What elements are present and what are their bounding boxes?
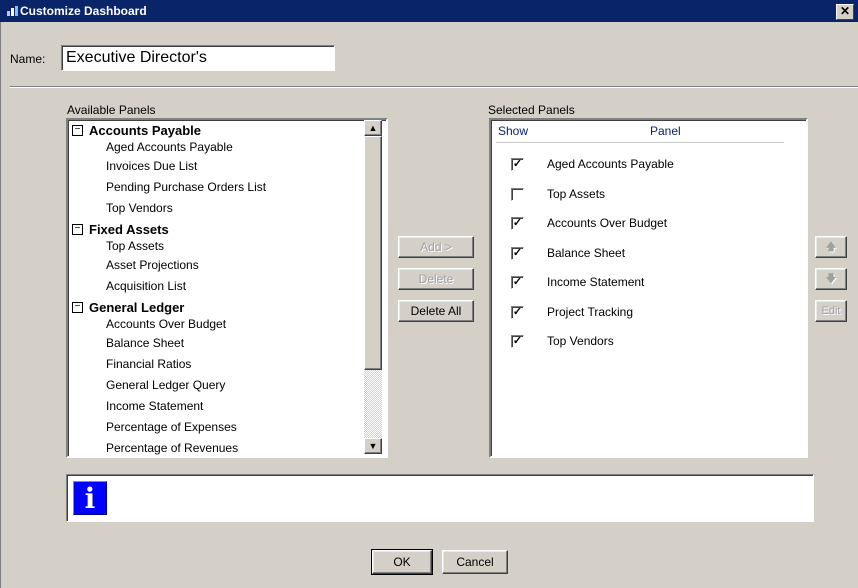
arrow-up-icon: 🡅 (825, 241, 837, 253)
header-divider (496, 142, 784, 143)
show-checkbox[interactable] (511, 187, 524, 201)
divider-highlight (10, 87, 858, 88)
available-panels-label: Available Panels (67, 103, 156, 117)
collapse-icon[interactable]: − (72, 224, 83, 235)
dashboard-icon (7, 6, 18, 16)
tree-item[interactable]: Income Statement (68, 398, 386, 419)
tree-item[interactable]: Aged Accounts Payable (68, 139, 386, 158)
selected-row[interactable]: ✓ Project Tracking (489, 305, 789, 335)
tree-item[interactable]: Financial Ratios (68, 356, 386, 377)
selected-row[interactable]: ✓ Top Vendors (489, 334, 789, 364)
tree-item[interactable]: Invoices Due List (68, 158, 386, 179)
scroll-up-button[interactable]: ▲ (364, 120, 382, 136)
tree-item[interactable]: Percentage of Expenses (68, 419, 386, 440)
move-up-button[interactable]: 🡅 (815, 236, 847, 258)
selected-panels-label: Selected Panels (488, 103, 575, 117)
tree-item[interactable]: Acquisition List (68, 278, 386, 299)
tree-item[interactable]: Accounts Over Budget (68, 316, 386, 335)
tree-item[interactable]: Balance Sheet (68, 335, 386, 356)
scroll-down-button[interactable]: ▼ (364, 438, 382, 454)
tree-item[interactable]: Top Assets (68, 238, 386, 257)
tree-item[interactable]: Asset Projections (68, 257, 386, 278)
delete-all-button[interactable]: Delete All (398, 300, 474, 322)
tree-item[interactable]: Percentage of Revenues (68, 440, 386, 456)
tree-group[interactable]: − General Ledger (68, 299, 386, 316)
name-input[interactable] (61, 45, 335, 71)
tree-group[interactable]: − Fixed Assets (68, 221, 386, 238)
info-panel (66, 474, 814, 522)
selected-row[interactable]: ✓ Aged Accounts Payable (489, 157, 789, 187)
edit-button[interactable]: Edit (815, 300, 847, 322)
collapse-icon[interactable]: − (72, 125, 83, 136)
panel-name: Top Vendors (547, 334, 614, 348)
available-scrollbar[interactable]: ▲ ▼ (364, 120, 382, 454)
cancel-button[interactable]: Cancel (442, 550, 508, 574)
show-checkbox[interactable]: ✓ (511, 217, 524, 230)
tree-group[interactable]: − Accounts Payable (68, 122, 386, 139)
window-title: Customize Dashboard (20, 4, 147, 18)
column-header-panel[interactable]: Panel (650, 124, 681, 138)
tree-item[interactable]: Top Vendors (68, 200, 386, 221)
window-border (0, 22, 1, 588)
delete-button[interactable]: Delete (398, 268, 474, 290)
panel-name: Accounts Over Budget (547, 216, 668, 230)
panel-name: Income Statement (547, 275, 645, 289)
show-checkbox[interactable]: ✓ (511, 158, 524, 171)
show-checkbox[interactable]: ✓ (511, 276, 524, 289)
available-panels-list[interactable]: − Accounts Payable Aged Accounts Payable In… (66, 118, 388, 458)
scroll-thumb[interactable] (364, 136, 382, 370)
show-checkbox[interactable]: ✓ (511, 305, 524, 319)
panel-name: Balance Sheet (547, 245, 626, 260)
collapse-icon[interactable]: − (72, 302, 83, 313)
arrow-down-icon: ▼ (368, 441, 378, 451)
close-button[interactable]: ✕ (836, 4, 854, 20)
tree-group-label: General Ledger (89, 300, 185, 315)
show-checkbox[interactable]: ✓ (511, 246, 524, 260)
info-icon: i (73, 481, 107, 515)
tree-group-label: Accounts Payable (89, 123, 201, 138)
move-down-button[interactable]: 🡇 (815, 268, 847, 290)
selected-row[interactable]: ✓ Balance Sheet (489, 246, 789, 276)
ok-button[interactable]: OK (371, 549, 433, 575)
selected-rows: ✓ Aged Accounts Payable Top Assets ✓ Account… (489, 157, 789, 364)
column-header-show[interactable]: Show (498, 124, 528, 138)
add-button[interactable]: Add > (398, 236, 474, 258)
arrow-down-icon: 🡇 (825, 273, 837, 285)
tree-group-label: Fixed Assets (89, 222, 169, 237)
panel-name: Top Assets (547, 186, 606, 201)
selected-row[interactable]: ✓ Accounts Over Budget (489, 216, 789, 246)
selected-row[interactable]: ✓ Income Statement (489, 275, 789, 305)
show-checkbox[interactable]: ✓ (511, 335, 524, 348)
tree-item[interactable]: General Ledger Query (68, 377, 386, 398)
panel-name: Project Tracking (547, 304, 634, 319)
available-panels-tree: − Accounts Payable Aged Accounts Payable In… (68, 120, 386, 456)
panel-name: Aged Accounts Payable (547, 157, 674, 171)
arrow-up-icon: ▲ (368, 123, 378, 133)
selected-row[interactable]: Top Assets (489, 187, 789, 217)
name-label: Name: (10, 52, 46, 66)
tree-item[interactable]: Pending Purchase Orders List (68, 179, 386, 200)
close-icon: ✕ (839, 4, 851, 18)
